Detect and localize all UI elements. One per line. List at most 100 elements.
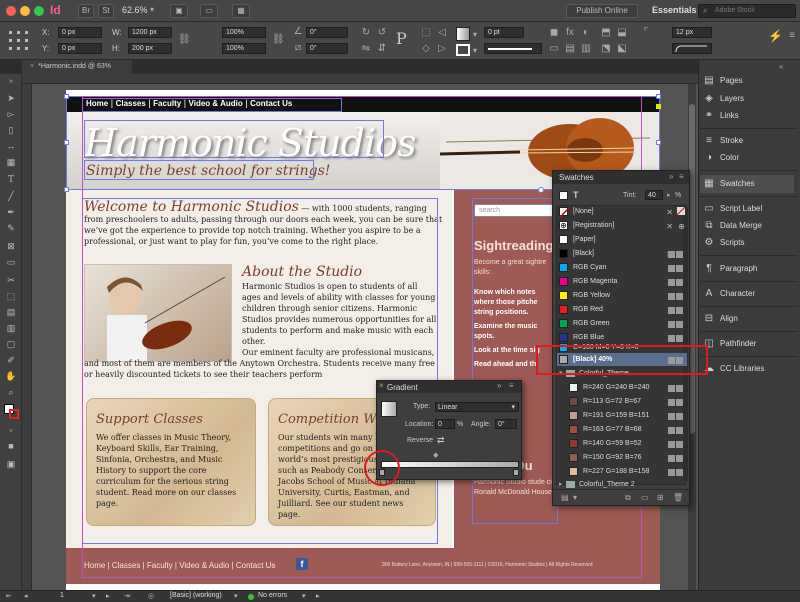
close-panel-icon[interactable]: × (379, 381, 384, 390)
auto-fit-icon[interactable]: ⬒ (600, 27, 612, 39)
rectangle-frame-tool-icon[interactable]: ⊠ (4, 240, 18, 252)
text-formatting-icon[interactable]: T (573, 190, 579, 200)
swatch-item[interactable]: [Black]✕ (557, 247, 687, 260)
swatch-item[interactable]: R=163 G=77 B=68 (557, 423, 687, 436)
x-position-field[interactable]: 0 px (58, 27, 102, 38)
fill-dropdown-icon[interactable]: ▾ (473, 30, 477, 39)
preflight-profile-label[interactable]: [Basic] (working) (170, 592, 222, 599)
stroke-type-dropdown[interactable] (484, 43, 542, 54)
swatch-item[interactable]: R=191 G=159 B=151 (557, 409, 687, 422)
swatch-item[interactable]: R=150 G=92 B=76 (557, 451, 687, 464)
live-corner-handle[interactable] (656, 104, 661, 109)
close-tab-icon[interactable]: × (30, 63, 34, 70)
dock-layers[interactable]: ◈ Layers (700, 90, 794, 108)
previous-page-icon[interactable]: ◂ (24, 592, 28, 600)
zoom-window-button[interactable] (34, 6, 44, 16)
stroke-weight-field[interactable]: 0 pt (484, 27, 524, 38)
midpoint-marker-icon[interactable]: ◆ (433, 451, 438, 459)
constrain-proportions-icon[interactable]: ⛓ (178, 34, 191, 46)
rotate-cw-icon[interactable]: ↻ (360, 27, 372, 39)
gradient-ramp[interactable] (381, 461, 519, 468)
scale-x-field[interactable]: 100% (222, 27, 266, 38)
scissors-tool-icon[interactable]: ✂ (4, 274, 18, 286)
swatch-item[interactable]: RGB Magenta (557, 275, 687, 288)
select-previous-icon[interactable]: ◁ (436, 27, 448, 39)
document-tab[interactable]: × *Harmonic.indd @ 63% (22, 60, 132, 74)
formatting-affects-container-icon[interactable]: ▫ (4, 424, 18, 436)
selection-handle[interactable] (64, 187, 69, 192)
select-content-icon[interactable]: ◇ (420, 43, 432, 55)
errors-dropdown-icon[interactable]: ▾ (302, 592, 306, 600)
swatch-item[interactable]: RGB Green (557, 317, 687, 330)
selection-handle[interactable] (64, 94, 69, 99)
dock-data-merge[interactable]: ⧉ Data Merge (700, 217, 794, 235)
fill-box-icon[interactable] (559, 191, 568, 200)
width-field[interactable]: 1200 px (128, 27, 172, 38)
gradient-panel-header[interactable]: × Gradient » ≡ (377, 381, 521, 393)
dock-pathfinder[interactable]: ◫ Pathfinder (700, 335, 794, 353)
swatch-item[interactable]: RGB Cyan (557, 261, 687, 274)
panel-menu-icon[interactable]: ≡ (679, 172, 684, 181)
collapse-tools-icon[interactable]: » (4, 76, 18, 88)
panel-menu-icon[interactable]: ≡ (786, 30, 798, 42)
eyedropper-tool-icon[interactable]: ✐ (4, 354, 18, 366)
dock-color[interactable]: ◑ Color (700, 149, 794, 167)
new-folder-icon[interactable]: ▭ (641, 493, 649, 502)
corner-size-field[interactable]: 12 px (672, 27, 712, 38)
collapse-panel-icon[interactable]: » (669, 172, 673, 181)
arrange-documents-icon[interactable]: ▦ (232, 4, 250, 18)
new-swatch-icon[interactable]: ⊞ (657, 493, 664, 502)
scale-y-field[interactable]: 100% (222, 43, 266, 54)
bridge-icon[interactable]: Br (78, 4, 94, 18)
minimize-window-button[interactable] (20, 6, 30, 16)
location-field[interactable]: 0 (435, 419, 455, 429)
first-page-icon[interactable]: ⇤ (6, 592, 12, 600)
dock-scripts[interactable]: ⚙ Scripts (700, 234, 794, 252)
vertical-ruler[interactable] (22, 84, 32, 590)
reverse-gradient-icon[interactable]: ⇄ (437, 435, 445, 446)
workspace-switcher[interactable]: Essentials (652, 5, 697, 15)
swatches-panel-header[interactable]: Swatches » ≡ (553, 171, 689, 184)
corner-shape-icon[interactable]: ⌜ (640, 27, 652, 39)
hand-tool-icon[interactable]: ✋ (4, 370, 18, 382)
page-dropdown-icon[interactable]: ▾ (92, 592, 96, 600)
open-document-icon[interactable]: ▸ (316, 592, 320, 600)
tint-field[interactable]: 40 (645, 190, 663, 200)
preflight-profile-icon[interactable]: ◎ (148, 592, 154, 600)
note-tool-icon[interactable]: ▢ (4, 338, 18, 350)
show-all-swatches-icon[interactable]: ▤ (561, 493, 569, 502)
type-tool-icon[interactable]: T (4, 174, 18, 186)
folder-toggle-icon[interactable]: ▸ (559, 478, 563, 491)
pen-tool-icon[interactable]: ✒ (4, 206, 18, 218)
stock-search-field[interactable]: ⌕ Adobe Stock (698, 4, 796, 18)
selection-handle[interactable] (538, 187, 544, 193)
flip-vertical-icon[interactable]: ⇵ (376, 43, 388, 55)
new-color-group-icon[interactable]: ⧉ (625, 493, 631, 503)
stroke-swatch[interactable] (456, 44, 470, 56)
pencil-tool-icon[interactable]: ✎ (4, 222, 18, 234)
content-collector-icon[interactable]: ▦ (4, 156, 18, 168)
next-page-icon[interactable]: ▸ (106, 592, 110, 600)
last-page-icon[interactable]: ⇥ (124, 592, 130, 600)
gradient-feather-tool-icon[interactable]: ▥ (4, 322, 18, 334)
line-tool-icon[interactable]: ╱ (4, 190, 18, 202)
rectangle-tool-icon[interactable]: ▭ (4, 256, 18, 268)
gap-tool-icon[interactable]: ↔ (4, 140, 18, 152)
screen-mode-tool-icon[interactable]: ▣ (4, 458, 18, 470)
fill-swatch[interactable] (456, 27, 470, 41)
delete-swatch-icon[interactable]: 🗑 (673, 493, 683, 502)
reference-point-icon[interactable] (6, 26, 32, 56)
height-field[interactable]: 200 px (128, 43, 172, 54)
collapse-panel-icon[interactable]: » (497, 381, 501, 390)
zoom-level[interactable]: 62.6% (122, 5, 148, 15)
center-content-icon[interactable]: ⬕ (616, 43, 628, 55)
page-number-field[interactable]: 1 (60, 592, 64, 599)
fit-content-icon[interactable]: ⬓ (616, 27, 628, 39)
swatch-item[interactable]: RGB Red (557, 303, 687, 316)
swatch-item[interactable]: RGB Yellow (557, 289, 687, 302)
direct-selection-tool-icon[interactable]: ▻ (4, 108, 18, 120)
view-options-icon[interactable]: ▣ (170, 4, 188, 18)
swatch-item[interactable]: R=240 G=240 B=240 (557, 381, 687, 394)
free-transform-tool-icon[interactable]: ⬚ (4, 290, 18, 302)
swatch-item[interactable]: [Paper] (557, 233, 687, 246)
